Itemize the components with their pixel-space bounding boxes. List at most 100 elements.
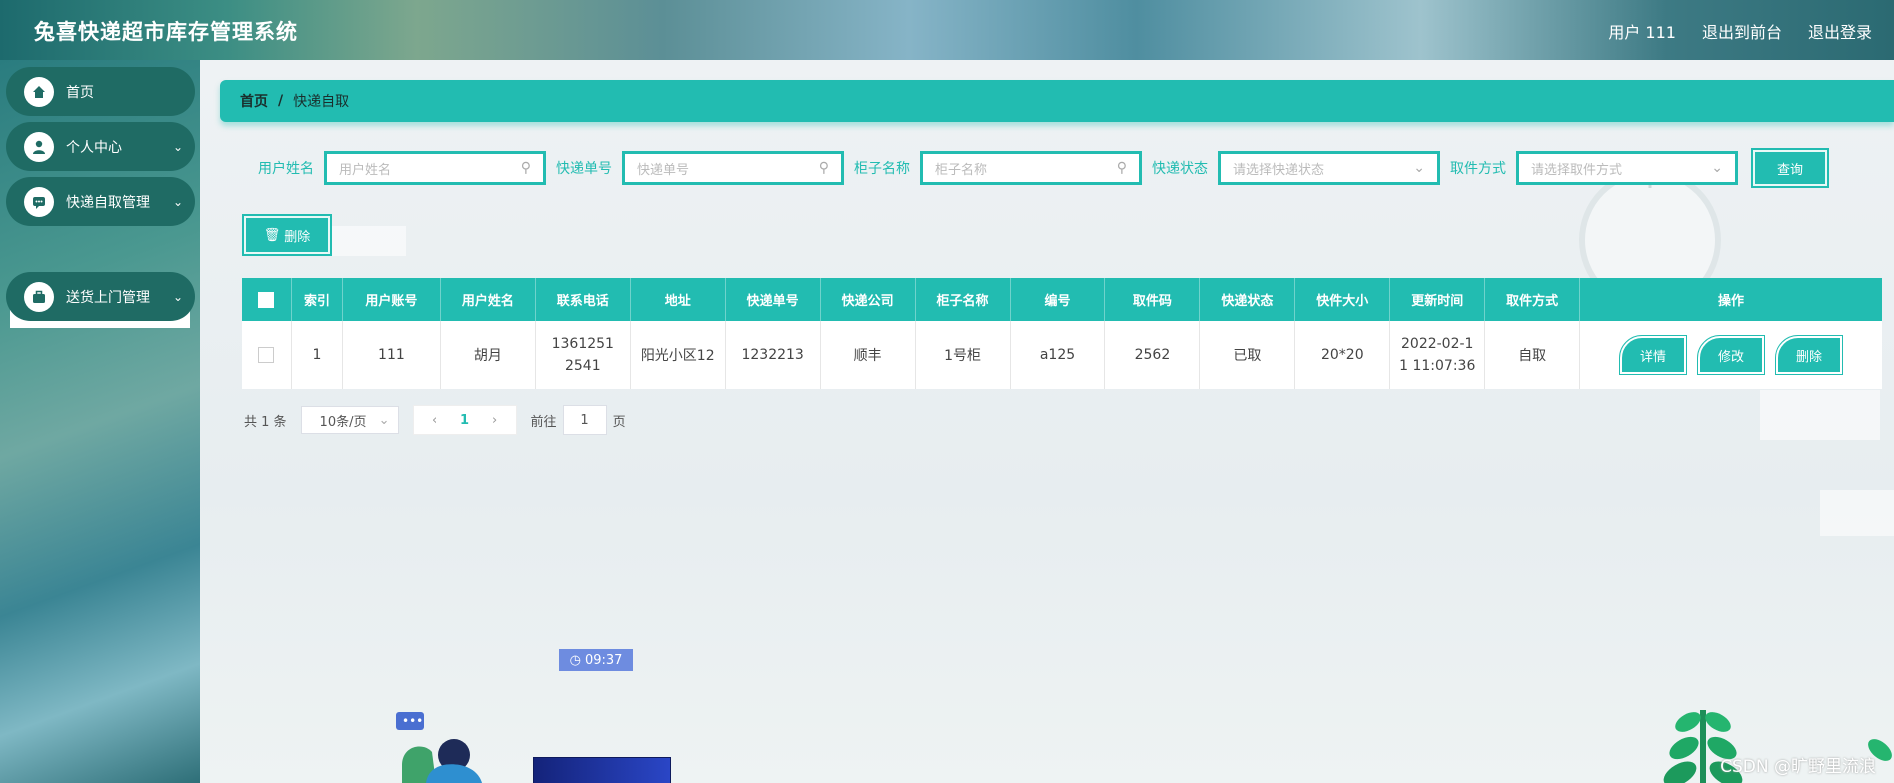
chevron-down-icon: ⌄ [378,412,390,428]
decoration [1760,390,1880,440]
sidebar-item-pickup[interactable]: 快递自取管理 ⌄ [6,177,195,226]
col-header: 快递公司 [821,278,916,321]
clock-time: 09:37 [584,652,623,668]
top-bar: 兔喜快递超市库存管理系统 用户 111 退出到前台 退出登录 [0,0,1894,60]
col-header: 用户账号 [343,278,441,321]
page-nav: ‹ 1 › [412,405,517,435]
table-cell: 1232213 [726,321,821,389]
tracking-number-input[interactable]: 快递单号 ⚲ [622,151,844,185]
table-cell: 13612512541 [536,321,631,389]
input-placeholder: 快递单号 [637,162,690,178]
table-cell: 自取 [1485,321,1581,389]
chevron-down-icon: ⌄ [172,194,183,209]
table-row: 1 111 胡月 13612512541 阳光小区12 1232213 顺丰 1… [242,321,1882,389]
logout-link[interactable]: 退出登录 [1808,19,1872,43]
user-icon [24,131,54,162]
decoration [1820,490,1894,536]
page-size-value: 10条/页 [319,414,367,430]
table-cell: 111 [343,321,441,389]
table-cell: 已取 [1200,321,1296,389]
row-checkbox[interactable] [258,347,275,363]
select-placeholder: 请选择快递状态 [1233,162,1325,178]
table-cell: 顺丰 [821,321,916,389]
filter-label-cabinet: 柜子名称 [854,161,910,177]
breadcrumb-home[interactable]: 首页 [240,91,268,111]
input-placeholder: 用户姓名 [339,162,392,178]
table-cell: 胡月 [441,321,536,389]
select-all-cell [242,278,292,321]
col-header: 快递状态 [1200,278,1296,321]
filter-label-pickup-method: 取件方式 [1450,161,1506,177]
col-header: 取件方式 [1485,278,1581,321]
col-header: 快递单号 [726,278,821,321]
select-placeholder: 请选择取件方式 [1531,162,1623,178]
search-button[interactable]: 查询 [1751,148,1829,188]
chevron-down-icon: ⌄ [1711,160,1723,176]
table-cell: 2022-02-11 11:07:36 [1390,321,1486,389]
app-title: 兔喜快递超市库存管理系统 [34,20,298,44]
table-cell: 20*20 [1295,321,1391,389]
top-right-links: 用户 111 退出到前台 退出登录 [1608,19,1872,43]
edit-button[interactable]: 修改 [1697,335,1766,375]
pickup-method-select[interactable]: 请选择取件方式 ⌄ [1516,151,1738,185]
status-select[interactable]: 请选择快递状态 ⌄ [1218,151,1440,185]
trash-icon: 🗑 [263,227,281,243]
chevron-down-icon: ⌄ [1413,160,1425,176]
delete-button[interactable]: 删除 [1775,335,1844,375]
sidebar-item-personal[interactable]: 个人中心 ⌄ [6,122,195,171]
col-header: 快件大小 [1295,278,1391,321]
col-header: 用户姓名 [441,278,536,321]
input-placeholder: 柜子名称 [935,162,988,178]
next-page-icon[interactable]: › [480,413,510,428]
table-cell: 1号柜 [916,321,1011,389]
chevron-down-icon: ⌄ [172,289,183,304]
breadcrumb: 首页 / 快递自取 [220,80,1894,122]
user-label: 用户 111 [1608,23,1676,42]
col-header: 索引 [292,278,343,321]
table-cell: a125 [1011,321,1106,389]
clock-badge: ◷ 09:37 [559,649,633,671]
svg-text:•••: ••• [402,714,423,728]
table-cell: 阳光小区12 [631,321,726,389]
col-header: 取件码 [1105,278,1201,321]
page-unit-label: 页 [612,414,626,430]
goto-label: 前往 [530,414,557,430]
select-all-checkbox[interactable] [258,291,275,308]
cabinet-name-input[interactable]: 柜子名称 ⚲ [920,151,1142,185]
col-header: 地址 [631,278,726,321]
main-content: 首页 / 快递自取 用户姓名 用户姓名 ⚲ 快递单号 快递单号 ⚲ 柜子名称 柜… [200,60,1894,783]
goto-page-input[interactable]: 1 [562,405,607,435]
sidebar-item-home[interactable]: 首页 [6,67,195,116]
office-illustration: ••• [396,712,671,783]
filter-label-username: 用户姓名 [258,161,314,177]
table-cell: 2562 [1105,321,1201,389]
username-input[interactable]: 用户姓名 ⚲ [324,151,546,185]
prev-page-icon[interactable]: ‹ [420,413,450,428]
col-header: 联系电话 [536,278,631,321]
pagination: 共 1 条 10条/页 ⌄ ‹ 1 › 前往 1 页 [244,405,626,435]
page-size-select[interactable]: 10条/页 ⌄ [300,406,399,434]
filter-label-tracking: 快递单号 [556,161,612,177]
sidebar-item-label: 个人中心 [66,139,122,156]
briefcase-icon [24,281,54,312]
to-front-link[interactable]: 退出到前台 [1702,19,1782,43]
data-table: 索引 用户账号 用户姓名 联系电话 地址 快递单号 快递公司 柜子名称 编号 取… [242,278,1882,389]
breadcrumb-current: 快递自取 [293,94,350,110]
col-header: 编号 [1011,278,1106,321]
row-select-cell [242,321,292,389]
sidebar-item-delivery[interactable]: 送货上门管理 ⌄ [6,272,195,321]
total-count: 共 1 条 [244,414,287,430]
table-header: 索引 用户账号 用户姓名 联系电话 地址 快递单号 快递公司 柜子名称 编号 取… [242,278,1882,321]
page-number[interactable]: 1 [450,413,480,428]
table-cell: 1 [292,321,343,389]
search-icon: ⚲ [818,160,829,176]
sidebar: 首页 个人中心 ⌄ 快递自取管理 ⌄ 快递自取 送货上门管理 ⌄ [0,60,200,783]
ops-cell: 详情 修改 删除 [1580,321,1882,389]
batch-delete-button[interactable]: 🗑 删除 [242,214,332,256]
sidebar-item-label: 送货上门管理 [66,289,150,306]
filter-label-status: 快递状态 [1152,161,1208,177]
detail-button[interactable]: 详情 [1619,335,1688,375]
watermark: CSDN @旷野里流浪 [1720,757,1876,777]
search-icon: ⚲ [1116,160,1127,176]
breadcrumb-separator: / [278,93,284,109]
